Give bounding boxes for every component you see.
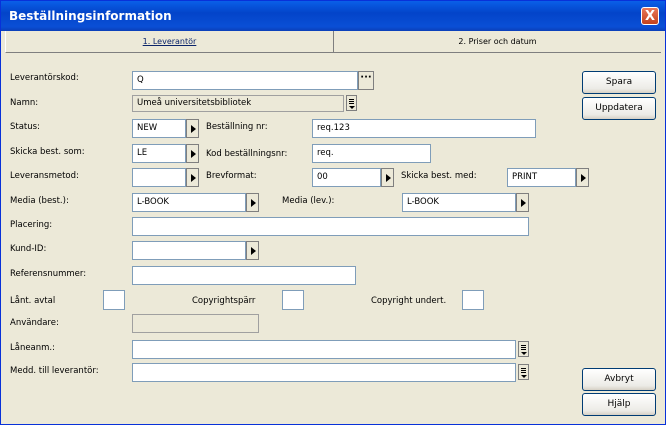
status-field[interactable]: NEW <box>132 119 186 138</box>
anvandare-field <box>132 314 259 333</box>
referensnummer-field[interactable] <box>132 266 356 285</box>
medd-till-leverantor-field[interactable] <box>132 363 516 382</box>
medd-till-leverantor-label: Medd. till leverantör: <box>10 366 99 376</box>
media-lev-arrow-icon[interactable] <box>516 193 529 212</box>
media-lev-label: Media (lev.): <box>282 196 335 206</box>
kod-bestallningsnr-field[interactable]: req. <box>312 144 431 163</box>
namn-field: Umeå universitetsbibliotek <box>132 95 344 112</box>
copyright-undert-label: Copyright undert. <box>371 296 447 306</box>
lant-avtal-label: Lånt. avtal <box>10 296 56 306</box>
status-label: Status: <box>10 122 40 132</box>
bestallning-nr-label: Beställning nr: <box>206 122 268 132</box>
leveransmetod-arrow-icon[interactable] <box>186 168 199 187</box>
tab-leverantor[interactable]: 1. Leverantör <box>5 31 333 53</box>
leveransmetod-label: Leveransmetod: <box>10 171 79 181</box>
leveransmetod-field[interactable] <box>132 168 186 187</box>
skicka-best-med-field[interactable]: PRINT <box>507 168 576 187</box>
referensnummer-label: Referensnummer: <box>10 269 87 279</box>
kund-id-arrow-icon[interactable] <box>246 241 259 260</box>
title-bar: Beställningsinformation X <box>1 1 665 31</box>
copyrightsparr-checkbox[interactable] <box>282 290 304 310</box>
placering-label: Placering: <box>10 220 53 230</box>
laneanm-label: Låneanm.: <box>10 343 56 353</box>
skicka-best-som-field[interactable]: LE <box>132 144 186 163</box>
placering-field[interactable] <box>132 217 529 236</box>
avbryt-button[interactable]: Avbryt <box>582 368 656 391</box>
media-best-label: Media (best.): <box>10 196 69 206</box>
kund-id-label: Kund-ID: <box>10 244 47 254</box>
laneanm-field[interactable] <box>132 340 516 359</box>
kod-bestallningsnr-label: Kod beställningsnr: <box>206 149 288 159</box>
brevformat-arrow-icon[interactable] <box>381 168 394 187</box>
namn-label: Namn: <box>10 98 39 108</box>
tab-leverantor-label: 1. Leverantör <box>142 37 197 46</box>
laneanm-list-icon[interactable] <box>518 341 529 357</box>
skicka-best-som-arrow-icon[interactable] <box>186 144 199 163</box>
lant-avtal-checkbox[interactable] <box>103 290 125 310</box>
media-best-arrow-icon[interactable] <box>246 193 259 212</box>
brevformat-field[interactable]: 00 <box>312 168 381 187</box>
copyrightsparr-label: Copyrightspärr <box>192 296 256 306</box>
skicka-best-med-label: Skicka best. med: <box>401 171 477 181</box>
close-button[interactable]: X <box>641 7 659 25</box>
leverantorskod-label: Leverantörskod: <box>10 73 79 83</box>
medd-list-icon[interactable] <box>518 364 529 380</box>
copyright-undert-checkbox[interactable] <box>462 290 484 310</box>
window-title: Beställningsinformation <box>9 9 172 23</box>
media-best-field[interactable]: L-BOOK <box>132 193 246 212</box>
leverantorskod-lookup-button[interactable]: ··· <box>358 71 374 90</box>
anvandare-label: Användare: <box>10 318 59 328</box>
kund-id-field[interactable] <box>132 241 246 260</box>
leverantorskod-field[interactable]: Q <box>132 71 358 90</box>
spara-button[interactable]: Spara <box>582 71 656 94</box>
skicka-best-med-arrow-icon[interactable] <box>576 168 589 187</box>
brevformat-label: Brevformat: <box>206 171 257 181</box>
namn-list-icon[interactable] <box>346 95 357 111</box>
uppdatera-button[interactable]: Uppdatera <box>582 97 656 120</box>
bestallning-nr-field[interactable]: req.123 <box>312 119 536 138</box>
tab-priser-label: 2. Priser och datum <box>458 37 537 46</box>
hjalp-button[interactable]: Hjälp <box>582 393 656 416</box>
status-arrow-icon[interactable] <box>186 119 199 138</box>
tab-priser-och-datum[interactable]: 2. Priser och datum <box>333 31 661 53</box>
skicka-best-som-label: Skicka best. som: <box>10 147 85 157</box>
dialog-window: Beställningsinformation X 1. Leverantör … <box>0 0 666 425</box>
media-lev-field[interactable]: L-BOOK <box>402 193 516 212</box>
